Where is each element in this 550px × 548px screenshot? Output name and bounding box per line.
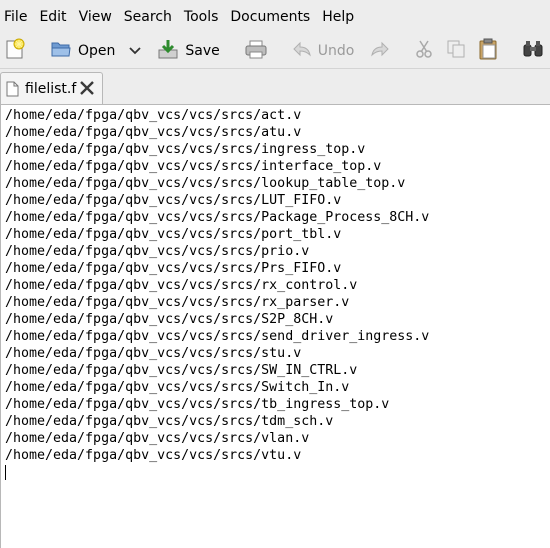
editor-line: /home/eda/fpga/qbv_vcs/vcs/srcs/vlan.v [5, 431, 310, 446]
folder-open-icon [50, 39, 72, 63]
tab-bar: filelist.f [0, 70, 550, 104]
editor-line: /home/eda/fpga/qbv_vcs/vcs/srcs/prio.v [5, 244, 310, 259]
text-caret [5, 465, 6, 480]
undo-icon [292, 40, 312, 62]
menu-file[interactable]: File [0, 0, 35, 34]
close-icon[interactable] [78, 79, 96, 101]
editor-line: /home/eda/fpga/qbv_vcs/vcs/srcs/vtu.v [5, 448, 302, 463]
editor-line: /home/eda/fpga/qbv_vcs/vcs/srcs/lookup_t… [5, 176, 406, 191]
editor-line: /home/eda/fpga/qbv_vcs/vcs/srcs/send_dri… [5, 329, 430, 344]
toolbar: Open Save Undo [0, 34, 550, 69]
menu-tools[interactable]: Tools [180, 0, 227, 34]
editor-line: /home/eda/fpga/qbv_vcs/vcs/srcs/act.v [5, 108, 302, 123]
save-button[interactable]: Save [151, 36, 225, 66]
editor-line: /home/eda/fpga/qbv_vcs/vcs/srcs/Switch_I… [5, 380, 350, 395]
undo-button[interactable]: Undo [286, 36, 361, 66]
editor-line: /home/eda/fpga/qbv_vcs/vcs/srcs/tb_ingre… [5, 397, 390, 412]
editor-line: /home/eda/fpga/qbv_vcs/vcs/srcs/SW_IN_CT… [5, 363, 358, 378]
text-editor[interactable]: /home/eda/fpga/qbv_vcs/vcs/srcs/act.v /h… [0, 104, 550, 548]
editor-line: /home/eda/fpga/qbv_vcs/vcs/srcs/rx_contr… [5, 278, 358, 293]
tab-label: filelist.f [25, 80, 77, 97]
editor-line: /home/eda/fpga/qbv_vcs/vcs/srcs/S2P_8CH.… [5, 312, 334, 327]
menu-edit[interactable]: Edit [35, 0, 74, 34]
redo-icon [370, 40, 390, 62]
editor-lines: /home/eda/fpga/qbv_vcs/vcs/srcs/act.v /h… [5, 107, 429, 482]
binoculars-icon [522, 39, 544, 63]
editor-line: /home/eda/fpga/qbv_vcs/vcs/srcs/interfac… [5, 159, 382, 174]
save-icon [157, 38, 179, 64]
paste-icon [478, 38, 498, 64]
copy-icon [446, 39, 466, 63]
print-button[interactable] [238, 36, 274, 66]
new-button[interactable] [0, 36, 32, 66]
menu-search[interactable]: Search [120, 0, 180, 34]
menu-bar: File Edit View Search Tools Documents He… [0, 0, 550, 34]
document-icon [6, 81, 19, 97]
menu-documents[interactable]: Documents [226, 0, 318, 34]
editor-line: /home/eda/fpga/qbv_vcs/vcs/srcs/Prs_FIFO… [5, 261, 342, 276]
editor-line-empty [5, 465, 429, 482]
editor-line: /home/eda/fpga/qbv_vcs/vcs/srcs/atu.v [5, 125, 302, 140]
menu-view[interactable]: View [75, 0, 120, 34]
editor-line: /home/eda/fpga/qbv_vcs/vcs/srcs/stu.v [5, 346, 302, 361]
chevron-down-icon[interactable] [129, 43, 142, 59]
save-label: Save [185, 43, 220, 59]
tab-filelist[interactable]: filelist.f [0, 72, 103, 104]
redo-button[interactable] [364, 36, 396, 66]
cut-icon [414, 39, 434, 63]
paste-button[interactable] [472, 36, 504, 66]
editor-line: /home/eda/fpga/qbv_vcs/vcs/srcs/LUT_FIFO… [5, 193, 342, 208]
editor-line: /home/eda/fpga/qbv_vcs/vcs/srcs/port_tbl… [5, 227, 342, 242]
copy-button[interactable] [440, 36, 472, 66]
new-document-icon [4, 38, 26, 64]
cut-button[interactable] [408, 36, 440, 66]
open-label: Open [78, 43, 116, 59]
find-button[interactable] [516, 36, 550, 66]
undo-label: Undo [317, 43, 355, 59]
editor-line: /home/eda/fpga/qbv_vcs/vcs/srcs/tdm_sch.… [5, 414, 334, 429]
menu-help[interactable]: Help [318, 0, 362, 34]
open-button[interactable]: Open [44, 36, 147, 66]
editor-line: /home/eda/fpga/qbv_vcs/vcs/srcs/ingress_… [5, 142, 366, 157]
editor-line: /home/eda/fpga/qbv_vcs/vcs/srcs/Package_… [5, 210, 430, 225]
editor-line: /home/eda/fpga/qbv_vcs/vcs/srcs/rx_parse… [5, 295, 350, 310]
print-icon [244, 38, 268, 64]
